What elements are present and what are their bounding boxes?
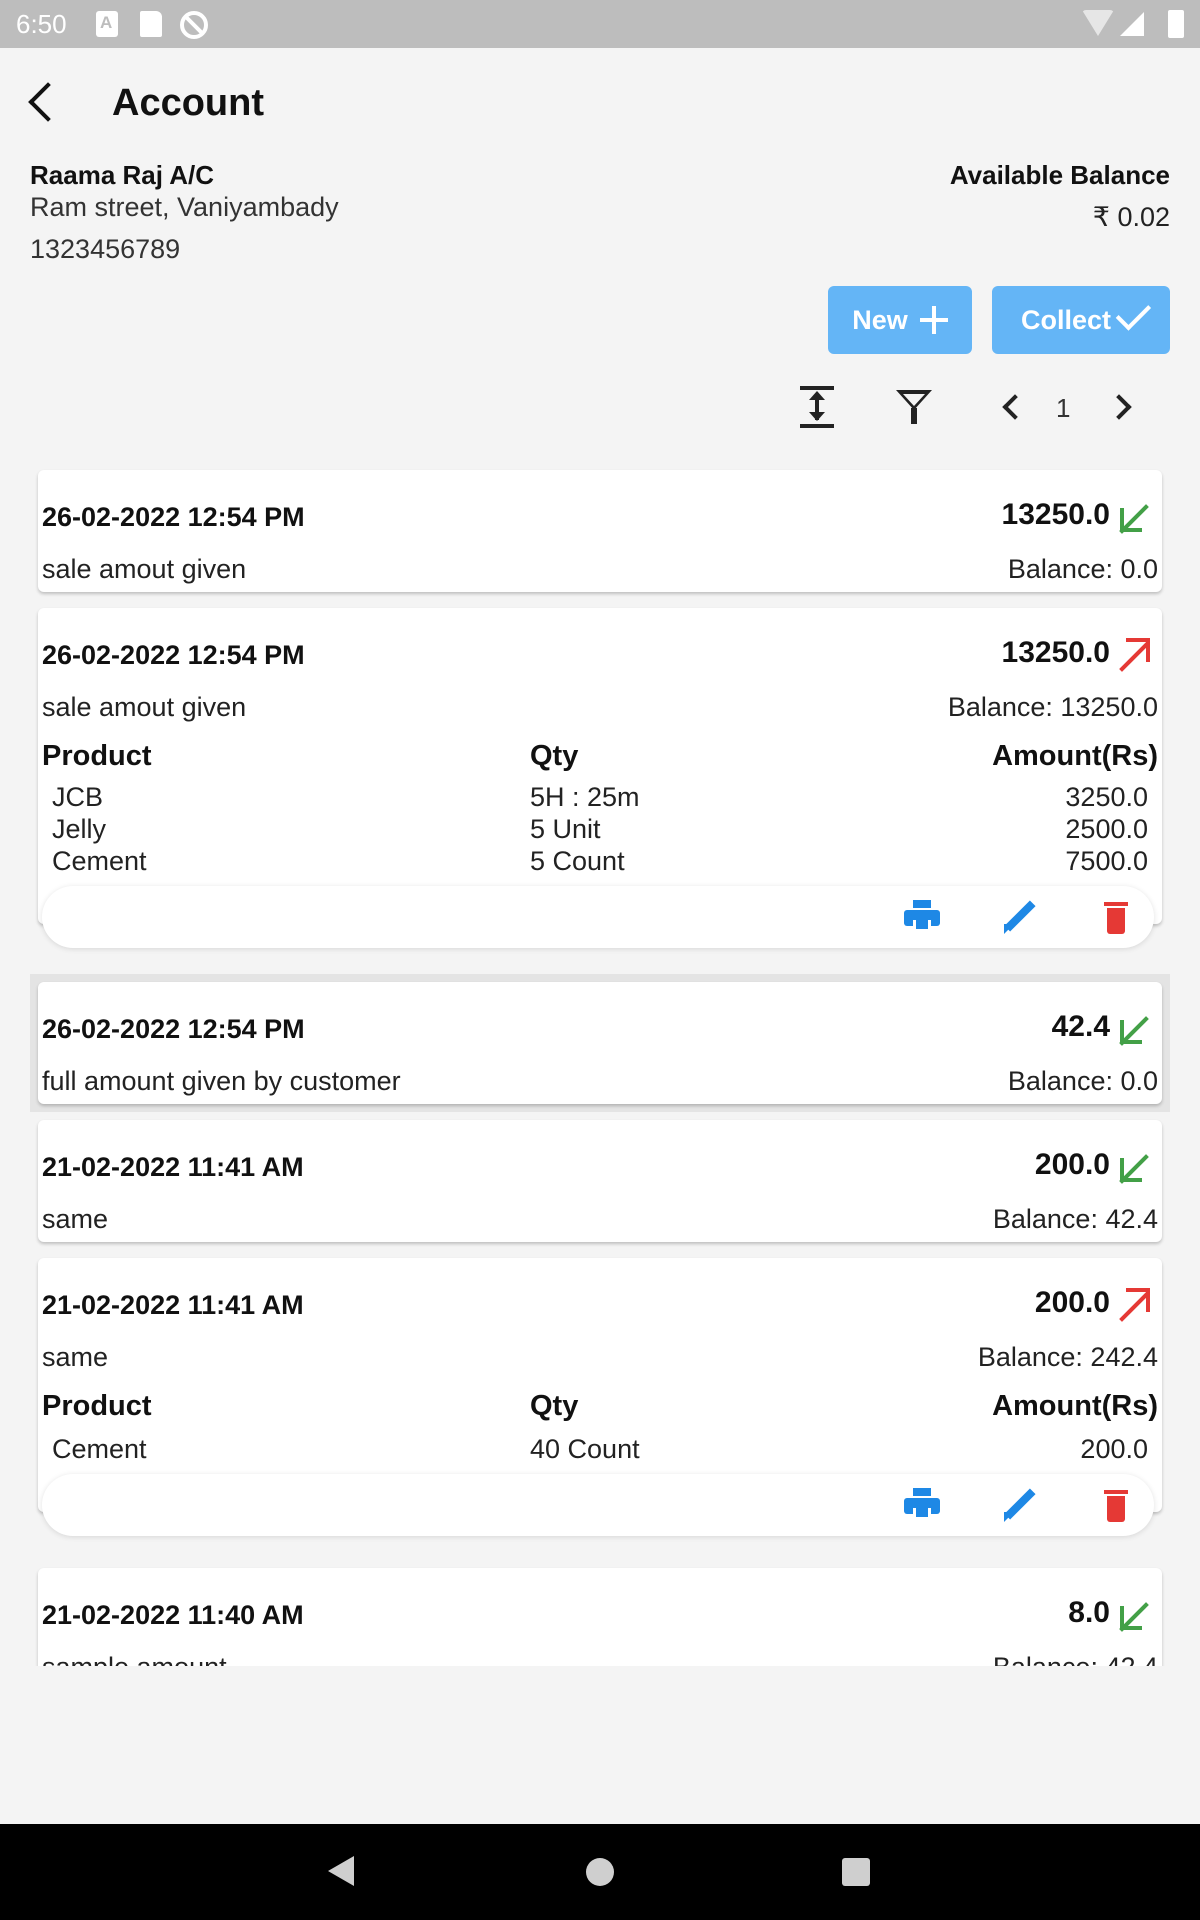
product-amount: 3250.0 [1065,782,1148,812]
page-number: 1 [1056,393,1071,423]
check-icon [1115,295,1152,331]
filter-icon[interactable] [896,382,932,432]
product-qty: 5H : 25m [530,782,640,812]
status-bar: 6:50 [0,0,1200,48]
amount-header: Amount(Rs) [992,1390,1158,1422]
transaction-card[interactable]: 21-02-2022 11:40 AM 8.0 sample amount Ba… [38,1568,1162,1666]
battery-icon [1168,10,1184,38]
transaction-amount: 8.0 [1068,1596,1110,1629]
arrow-in-icon [1116,498,1152,534]
delete-icon[interactable] [1098,1488,1134,1524]
signal-icon [1120,12,1144,36]
transaction-amount: 13250.0 [1001,498,1110,531]
new-button-label: New [852,304,908,335]
plus-icon [919,306,948,334]
product-name: Cement [52,846,147,876]
wifi-icon [1082,10,1114,36]
amount-header: Amount(Rs) [992,740,1158,772]
transaction-balance: Balance: 13250.0 [947,692,1158,722]
transaction-amount: 200.0 [1034,1286,1110,1319]
transaction-amount: 13250.0 [1001,636,1110,669]
expand-icon[interactable] [798,382,838,432]
chevron-right-icon[interactable] [1110,382,1134,432]
product-row: Cement 40 Count 200.0 [38,1434,1162,1466]
product-qty: 5 Unit [530,814,601,844]
transaction-description: sample amount [42,1652,227,1666]
status-right [1074,10,1184,38]
transaction-date: 21-02-2022 11:41 AM [42,1290,304,1320]
collect-button[interactable]: Collect [992,286,1170,354]
transaction-card[interactable]: 26-02-2022 12:54 PM 42.4 full amount giv… [38,982,1162,1104]
transaction-balance: Balance: 0.0 [1007,1066,1158,1096]
account-name: Raama Raj A/C [30,160,214,190]
print-icon[interactable] [904,1488,940,1524]
system-nav-bar [0,1824,1200,1920]
product-header: Product [42,1390,152,1422]
nav-home-icon[interactable] [586,1858,614,1886]
arrow-in-icon [1116,1010,1152,1046]
account-phone: 1323456789 [30,234,181,264]
arrow-in-icon [1116,1596,1152,1632]
transaction-description: full amount given by customer [42,1066,401,1096]
status-time: 6:50 [16,9,67,39]
product-name: Cement [52,1434,147,1464]
transaction-date: 26-02-2022 12:54 PM [42,640,305,670]
edit-icon[interactable] [1002,900,1038,936]
back-arrow-icon[interactable] [22,78,66,126]
arrow-out-icon [1116,636,1152,672]
arrow-in-icon [1116,1148,1152,1184]
print-icon[interactable] [904,900,940,936]
transaction-date: 21-02-2022 11:40 AM [42,1600,304,1630]
account-address: Ram street, Vaniyambady [30,192,339,222]
transaction-amount: 42.4 [1051,1010,1110,1043]
transaction-description: same [42,1342,109,1372]
transaction-balance: Balance: 42.4 [992,1204,1158,1234]
transaction-card[interactable]: 26-02-2022 12:54 PM 13250.0 sale amout g… [38,470,1162,592]
transaction-description: sale amout given [42,692,247,722]
do-not-disturb-icon [180,11,208,39]
page-title: Account [112,82,264,124]
product-qty: 40 Count [530,1434,640,1464]
product-name: JCB [52,782,104,812]
app-bar: Account [0,48,1200,160]
product-row: Cement 5 Count 7500.0 [38,846,1162,878]
arrow-out-icon [1116,1286,1152,1322]
product-header: Product [42,740,152,772]
action-bar [42,886,1154,948]
transaction-date: 21-02-2022 11:41 AM [42,1152,304,1182]
available-balance-label: Available Balance [949,160,1170,190]
chevron-left-icon[interactable] [998,382,1022,432]
available-balance-value: ₹ 0.02 [1092,202,1170,232]
product-name: Jelly [52,814,107,844]
transaction-card[interactable]: 26-02-2022 12:54 PM 13250.0 sale amout g… [38,608,1162,948]
product-qty: 5 Count [530,846,625,876]
transaction-amount: 200.0 [1034,1148,1110,1181]
product-row: Jelly 5 Unit 2500.0 [38,814,1162,846]
collect-button-label: Collect [1020,304,1112,335]
edit-icon[interactable] [1002,1488,1038,1524]
new-button[interactable]: New [828,286,972,354]
sd-card-icon [140,11,162,37]
delete-icon[interactable] [1098,900,1134,936]
transaction-balance: Balance: 42.4 [993,1652,1158,1666]
transaction-card[interactable]: 21-02-2022 11:41 AM 200.0 same Balance: … [38,1258,1162,1536]
transaction-date: 26-02-2022 12:54 PM [42,1014,305,1044]
qty-header: Qty [530,1390,579,1422]
transaction-card[interactable]: 21-02-2022 11:41 AM 200.0 same Balance: … [38,1120,1162,1242]
qty-header: Qty [530,740,579,772]
transaction-date: 26-02-2022 12:54 PM [42,502,305,532]
product-amount: 7500.0 [1065,846,1148,876]
transaction-description: sale amout given [42,554,247,584]
nav-back-icon[interactable] [328,1856,354,1886]
product-row: JCB 5H : 25m 3250.0 [38,782,1162,814]
transaction-list[interactable]: 26-02-2022 12:54 PM 13250.0 sale amout g… [0,460,1200,1666]
product-amount: 200.0 [1080,1434,1148,1464]
transaction-balance: Balance: 0.0 [1007,554,1158,584]
nav-recents-icon[interactable] [842,1858,870,1886]
transaction-balance: Balance: 242.4 [977,1342,1158,1372]
product-amount: 2500.0 [1065,814,1148,844]
action-bar [42,1474,1154,1536]
notification-a-icon [96,11,118,37]
transaction-description: same [42,1204,109,1234]
